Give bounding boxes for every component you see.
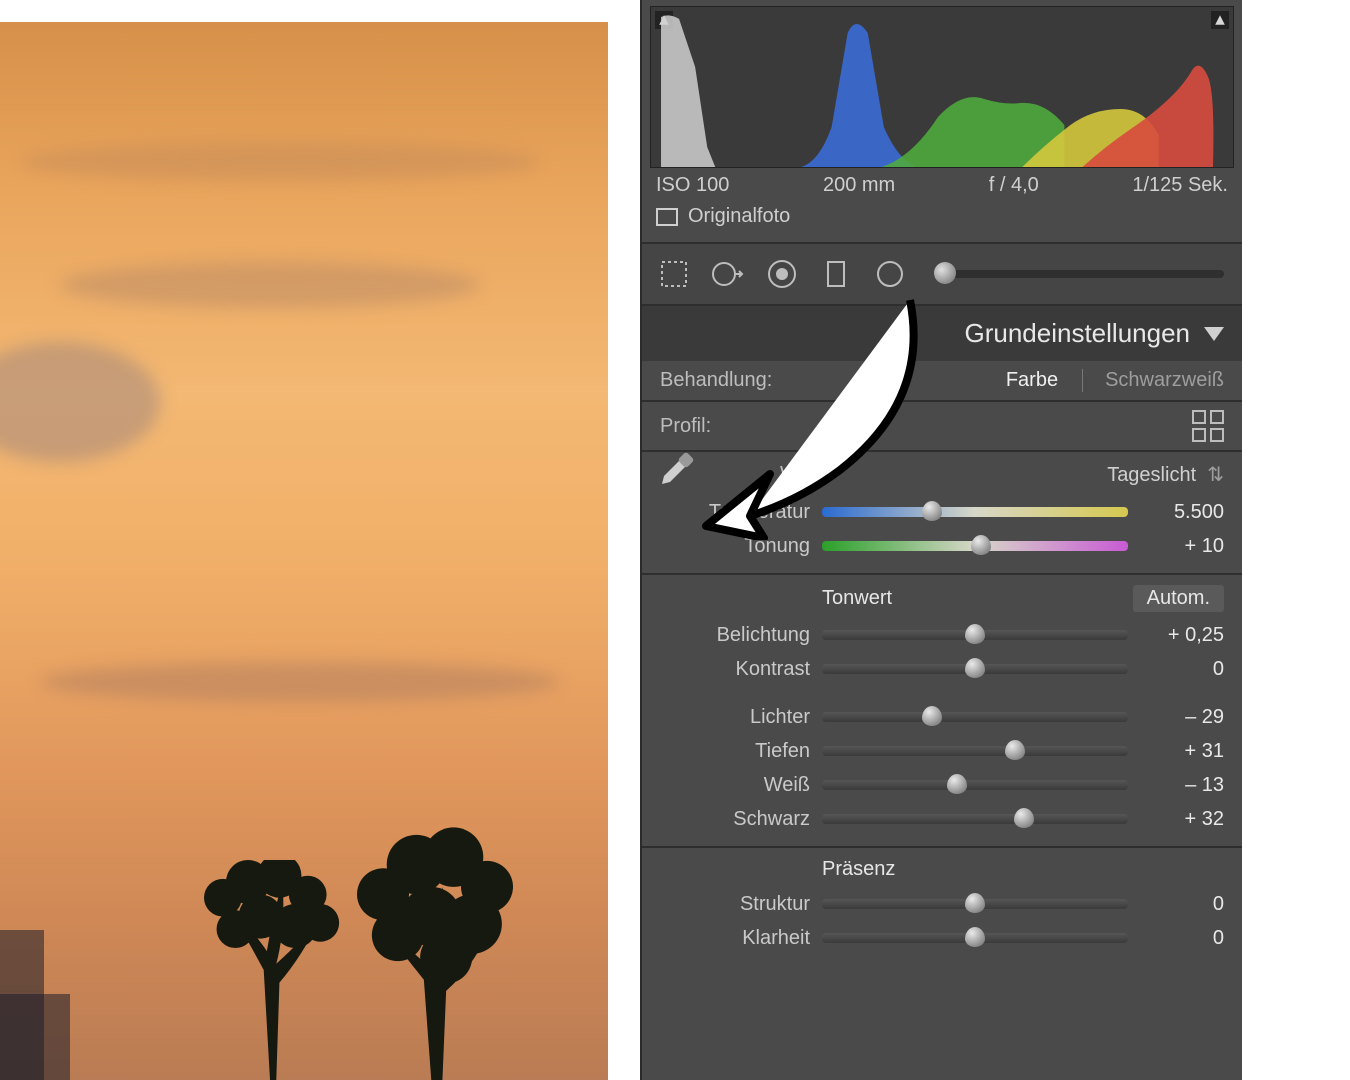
- dropdown-arrows-icon: ⇅: [1196, 464, 1224, 486]
- exposure-slider[interactable]: Belichtung + 0,25: [660, 618, 1224, 652]
- treatment-row: Behandlung: Farbe Schwarzweiß: [642, 361, 1242, 400]
- whites-slider[interactable]: Weiß – 13: [660, 768, 1224, 802]
- treatment-color[interactable]: Farbe: [1006, 369, 1058, 392]
- texture-slider[interactable]: Struktur 0: [660, 887, 1224, 921]
- tint-slider[interactable]: Tonung + 10: [660, 529, 1224, 563]
- tool-strip: [642, 242, 1242, 306]
- clarity-slider[interactable]: Klarheit 0: [660, 921, 1224, 955]
- treatment-bw[interactable]: Schwarzweiß: [1082, 369, 1224, 392]
- profile-row: Profil:: [642, 402, 1242, 450]
- highlights-slider[interactable]: Lichter – 29: [660, 700, 1224, 734]
- wb-label: WA:: [780, 463, 817, 486]
- wb-eyedropper-icon[interactable]: [652, 452, 694, 500]
- tone-section-title: Tonwert: [822, 587, 892, 610]
- wb-preset-dropdown[interactable]: Tageslicht ⇅: [1107, 462, 1224, 487]
- profile-browser-icon[interactable]: [1192, 410, 1224, 442]
- histogram-graph: [651, 7, 1233, 167]
- histogram[interactable]: [650, 6, 1234, 168]
- exif-shutter: 1/125 Sek.: [1132, 174, 1228, 197]
- contrast-slider[interactable]: Kontrast 0: [660, 652, 1224, 686]
- mask-exposure-slider[interactable]: [934, 270, 1224, 278]
- original-label: Originalfoto: [688, 205, 790, 228]
- preview-photo: [0, 22, 608, 1080]
- spot-tool-icon[interactable]: [710, 256, 746, 292]
- crop-tool-icon[interactable]: [656, 256, 692, 292]
- exif-focal: 200 mm: [823, 174, 895, 197]
- exif-aperture: f / 4,0: [989, 174, 1039, 197]
- profile-label: Profil:: [660, 415, 711, 438]
- gradient-tool-icon[interactable]: [818, 256, 854, 292]
- temperature-slider[interactable]: Temperatur 5.500: [660, 495, 1224, 529]
- panel-header[interactable]: Grundeinstellungen: [642, 306, 1242, 361]
- exif-row: ISO 100 200 mm f / 4,0 1/125 Sek.: [642, 168, 1242, 201]
- radial-tool-icon[interactable]: [872, 256, 908, 292]
- panel-collapse-icon[interactable]: [1204, 327, 1224, 341]
- exif-iso: ISO 100: [656, 174, 729, 197]
- treatment-label: Behandlung:: [660, 369, 772, 392]
- redeye-tool-icon[interactable]: [764, 256, 800, 292]
- blacks-slider[interactable]: Schwarz + 32: [660, 802, 1224, 836]
- presence-section-title: Präsenz: [822, 858, 895, 881]
- develop-panel: ISO 100 200 mm f / 4,0 1/125 Sek. Origin…: [640, 0, 1242, 1080]
- shadows-slider[interactable]: Tiefen + 31: [660, 734, 1224, 768]
- auto-tone-button[interactable]: Autom.: [1133, 585, 1224, 612]
- panel-title: Grundeinstellungen: [965, 318, 1191, 349]
- original-checkbox[interactable]: [656, 208, 678, 226]
